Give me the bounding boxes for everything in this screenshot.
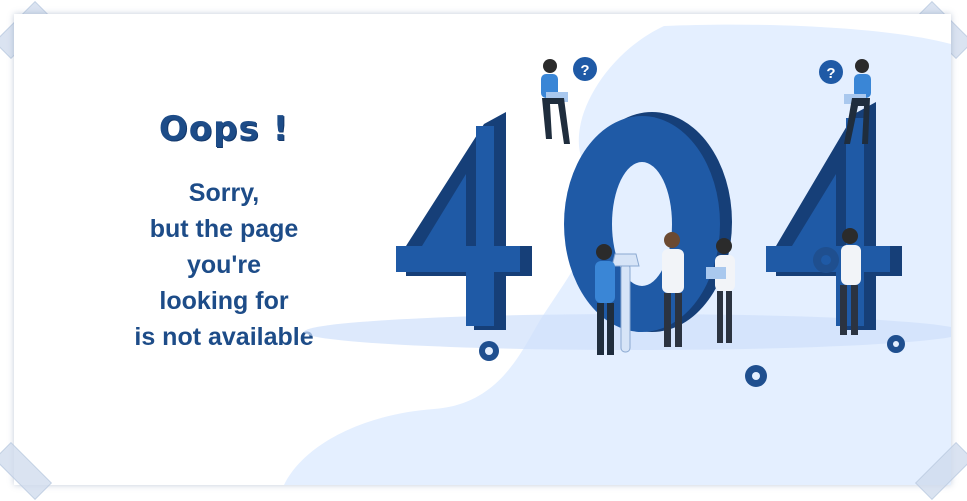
question-bubble: ?: [826, 65, 835, 82]
404-illustration: ? ?: [284, 24, 951, 485]
error-card: Oops ! Sorry, but the page you're lookin…: [14, 14, 951, 485]
digit-4-left: [396, 112, 532, 330]
question-bubble: ?: [580, 62, 589, 79]
digit-0: [564, 112, 732, 332]
